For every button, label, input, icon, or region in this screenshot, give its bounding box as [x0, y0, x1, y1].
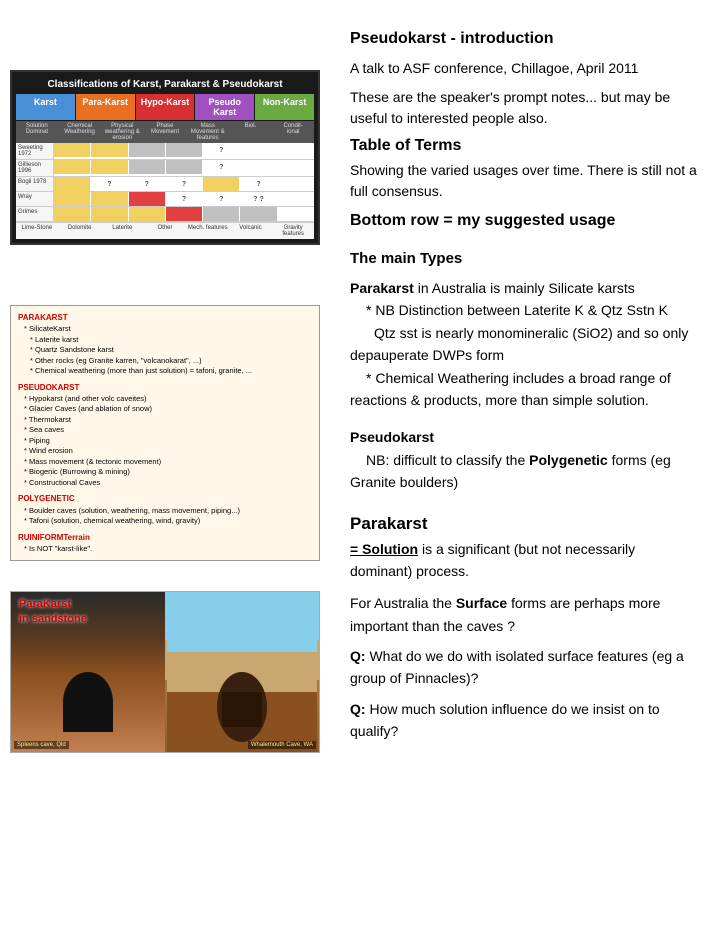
- q2-content: How much solution influence do we insist…: [350, 701, 660, 739]
- class-row-1: Sweeting 1972 ?: [16, 143, 314, 160]
- class-row-5: Grimes: [16, 207, 314, 222]
- parakarst-box-heading: PARAKARST: [18, 312, 312, 323]
- q2-label: Q:: [350, 701, 366, 717]
- bottom-row-note: Bottom row = my suggested usage: [350, 212, 700, 230]
- q1-content: What do we do with isolated surface feat…: [350, 648, 684, 686]
- section-intro: Pseudokarst - introduction A talk to ASF…: [350, 30, 700, 230]
- q1-text: Q: What do we do with isolated surface f…: [350, 645, 700, 690]
- right-image-svg: [165, 592, 319, 752]
- class-row-2: Gillieson1996 ?: [16, 160, 314, 177]
- pseudokarst-section: Pseudokarst NB: difficult to classify th…: [350, 426, 700, 493]
- constructional: * Constructional Caves: [24, 478, 312, 489]
- sea-caves: * Sea caves: [24, 425, 312, 436]
- subheader-4: Phase Movement: [144, 121, 186, 143]
- laterite-karst: * Laterite karst: [30, 335, 312, 346]
- pseudokarst-box-heading: PSEUDOKARST: [18, 382, 312, 393]
- solution-label: = Solution: [350, 541, 418, 557]
- main-types-heading: The main Types: [350, 250, 700, 267]
- subheader-3: Physical weathering & erosion: [101, 121, 143, 143]
- parakarst-main-title: Parakarst: [350, 514, 700, 534]
- classification-body: Sweeting 1972 ? Gillieson1996: [16, 143, 314, 239]
- q2-text: Q: How much solution influence do we ins…: [350, 698, 700, 743]
- terms-desc: Showing the varied usages over time. The…: [350, 160, 700, 202]
- pseudokarst-title: Pseudokarst: [350, 429, 434, 445]
- nb-text: NB: difficult to classify the: [366, 452, 525, 468]
- parakarst-bold: Parakarst: [350, 280, 414, 296]
- header-hypokarst: Hypo-Karst: [136, 94, 195, 120]
- piping: * Piping: [24, 436, 312, 447]
- header-parakarst: Para-Karst: [76, 94, 135, 120]
- classification-subheader: SolutionDominat Chemical Weathering Phys…: [16, 121, 314, 143]
- polygenetic-heading: POLYGENETIC: [18, 493, 312, 504]
- parakarst-label-line1: ParaKarst: [19, 598, 71, 610]
- left-image-caption: Spleens cave, Qld: [14, 741, 69, 749]
- slide-subtitle: A talk to ASF conference, Chillagoe, Apr…: [350, 58, 700, 79]
- chemical-weathering: * Chemical weathering (more than just so…: [30, 366, 312, 377]
- hypokarst: * Hypokarst (and other volc caveites): [24, 394, 312, 405]
- header-karst: Karst: [16, 94, 75, 120]
- surface-forms-text: For Australia the Surface forms are perh…: [350, 592, 700, 637]
- para-nb1: * NB Distinction between Laterite K & Qt…: [366, 302, 668, 318]
- parakarst-image-label: ParaKarst in sandstone: [19, 597, 87, 626]
- classification-table-headers: Karst Para-Karst Hypo-Karst Pseudo Karst…: [16, 94, 314, 120]
- thermokarst: * Thermokarst: [24, 415, 312, 426]
- tafoni-poly: * Tafoni (solution, chemical weathering,…: [24, 516, 312, 527]
- right-cave-image: Whalemouth Cave, WA: [165, 592, 319, 752]
- wind-erosion: * Wind erosion: [24, 446, 312, 457]
- class-row-4: Wray ? ? ? ?: [16, 192, 314, 207]
- bottom-image-section: ParaKarst in sandstone Spleens cave, Qld: [10, 591, 320, 753]
- class-bottom-row: Lime-Stone Dolomite Laterite Other Mech.…: [16, 222, 314, 239]
- parakarst-label-line2: in sandstone: [19, 613, 87, 625]
- polygenetic-text: Polygenetic: [529, 452, 608, 468]
- right-column: Pseudokarst - introduction A talk to ASF…: [330, 0, 720, 771]
- subheader-2: Chemical Weathering: [59, 121, 101, 143]
- parakarst-intro-cont: in Australia is mainly Silicate karsts: [414, 280, 635, 296]
- other-rocks: * Other rocks (eg Granite karren, "volca…: [30, 356, 312, 367]
- slide-note: These are the speaker's prompt notes... …: [350, 87, 700, 129]
- subheader-6: Biol.: [230, 121, 272, 143]
- surface-forms-prefix: For Australia the: [350, 595, 452, 611]
- classification-table: Classifications of Karst, Parakarst & Ps…: [10, 70, 320, 245]
- quartz-sandstone: * Quartz Sandstone karst: [30, 345, 312, 356]
- subheader-1: SolutionDominat: [16, 121, 58, 143]
- mass-movement: * Mass movement (& tectonic movement): [24, 457, 312, 468]
- parakarst-solution-desc: = Solution is a significant (but not nec…: [350, 538, 700, 583]
- para-nb3: * Chemical Weathering includes a broad r…: [350, 370, 671, 408]
- slide-title: Pseudokarst - introduction: [350, 30, 700, 48]
- section-main-types: The main Types Parakarst in Australia is…: [350, 250, 700, 494]
- left-column: Classifications of Karst, Parakarst & Ps…: [0, 0, 330, 771]
- para-nb2: Qtz sst is nearly monomineralic (SiO2) a…: [350, 325, 688, 363]
- biogenic: * Biogenic (Burrowing & mining): [24, 467, 312, 478]
- header-nonkarst: Non-Karst: [255, 94, 314, 120]
- ruiniform-heading: RUINIFORMTerrain: [18, 532, 312, 543]
- parakarst-text-box: PARAKARST * SilicateKarst * Laterite kar…: [10, 305, 320, 561]
- cave-opening: [63, 672, 113, 732]
- classification-table-title: Classifications of Karst, Parakarst & Ps…: [16, 76, 314, 94]
- glacier-caves: * Glacier Caves (and ablation of snow): [24, 404, 312, 415]
- not-karst: * Is NOT "karst-like".: [24, 544, 312, 555]
- subheader-5: Mass Movement & features: [187, 121, 229, 143]
- boulder-caves: * Boulder caves (solution, weathering, m…: [24, 506, 312, 517]
- right-image-caption: Whalemouth Cave, WA: [248, 741, 316, 749]
- pseudokarst-nb: NB: difficult to classify the Polygeneti…: [350, 452, 671, 490]
- parakarst-intro-text: Parakarst in Australia is mainly Silicat…: [350, 277, 700, 411]
- header-pseudokarst: Pseudo Karst: [195, 94, 254, 120]
- silicate-karst: * SilicateKarst: [24, 324, 312, 335]
- surface-bold: Surface: [456, 595, 507, 611]
- section-parakarst-solution: Parakarst = Solution is a significant (b…: [350, 514, 700, 743]
- table-of-terms-heading: Table of Terms: [350, 137, 700, 155]
- class-row-3: Bogli 1978 ? ? ? ?: [16, 177, 314, 192]
- q1-label: Q:: [350, 648, 366, 664]
- subheader-7: Condit-ional: [272, 121, 314, 143]
